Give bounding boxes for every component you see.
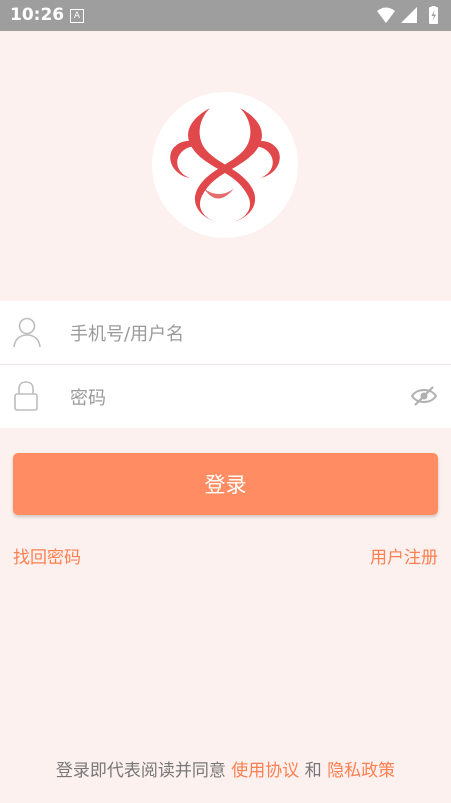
status-time: 10:26 (10, 5, 65, 25)
user-icon (13, 317, 41, 348)
wifi-icon (377, 7, 395, 23)
notification-icon: A (70, 9, 84, 23)
agreement-text: 登录即代表阅读并同意 使用协议 和 隐私政策 (0, 756, 451, 781)
password-field-row (0, 364, 451, 428)
app-logo (152, 92, 298, 238)
status-bar: 10:26 A (0, 0, 451, 31)
username-input[interactable] (68, 319, 392, 349)
terms-link[interactable]: 使用协议 (231, 761, 299, 781)
status-icons (377, 6, 438, 24)
register-link[interactable]: 用户注册 (370, 543, 438, 568)
lock-icon (14, 381, 38, 411)
password-input[interactable] (68, 383, 392, 413)
privacy-link[interactable]: 隐私政策 (327, 761, 395, 781)
agreement-conjunction: 和 (304, 761, 322, 781)
agreement-prefix: 登录即代表阅读并同意 (55, 761, 226, 781)
battery-icon (429, 6, 438, 24)
login-button[interactable]: 登录 (13, 453, 438, 515)
eye-off-icon[interactable] (411, 385, 437, 407)
signal-icon (401, 7, 417, 23)
logo-icon (170, 108, 280, 222)
forgot-password-link[interactable]: 找回密码 (13, 543, 81, 568)
username-field-row (0, 301, 451, 364)
